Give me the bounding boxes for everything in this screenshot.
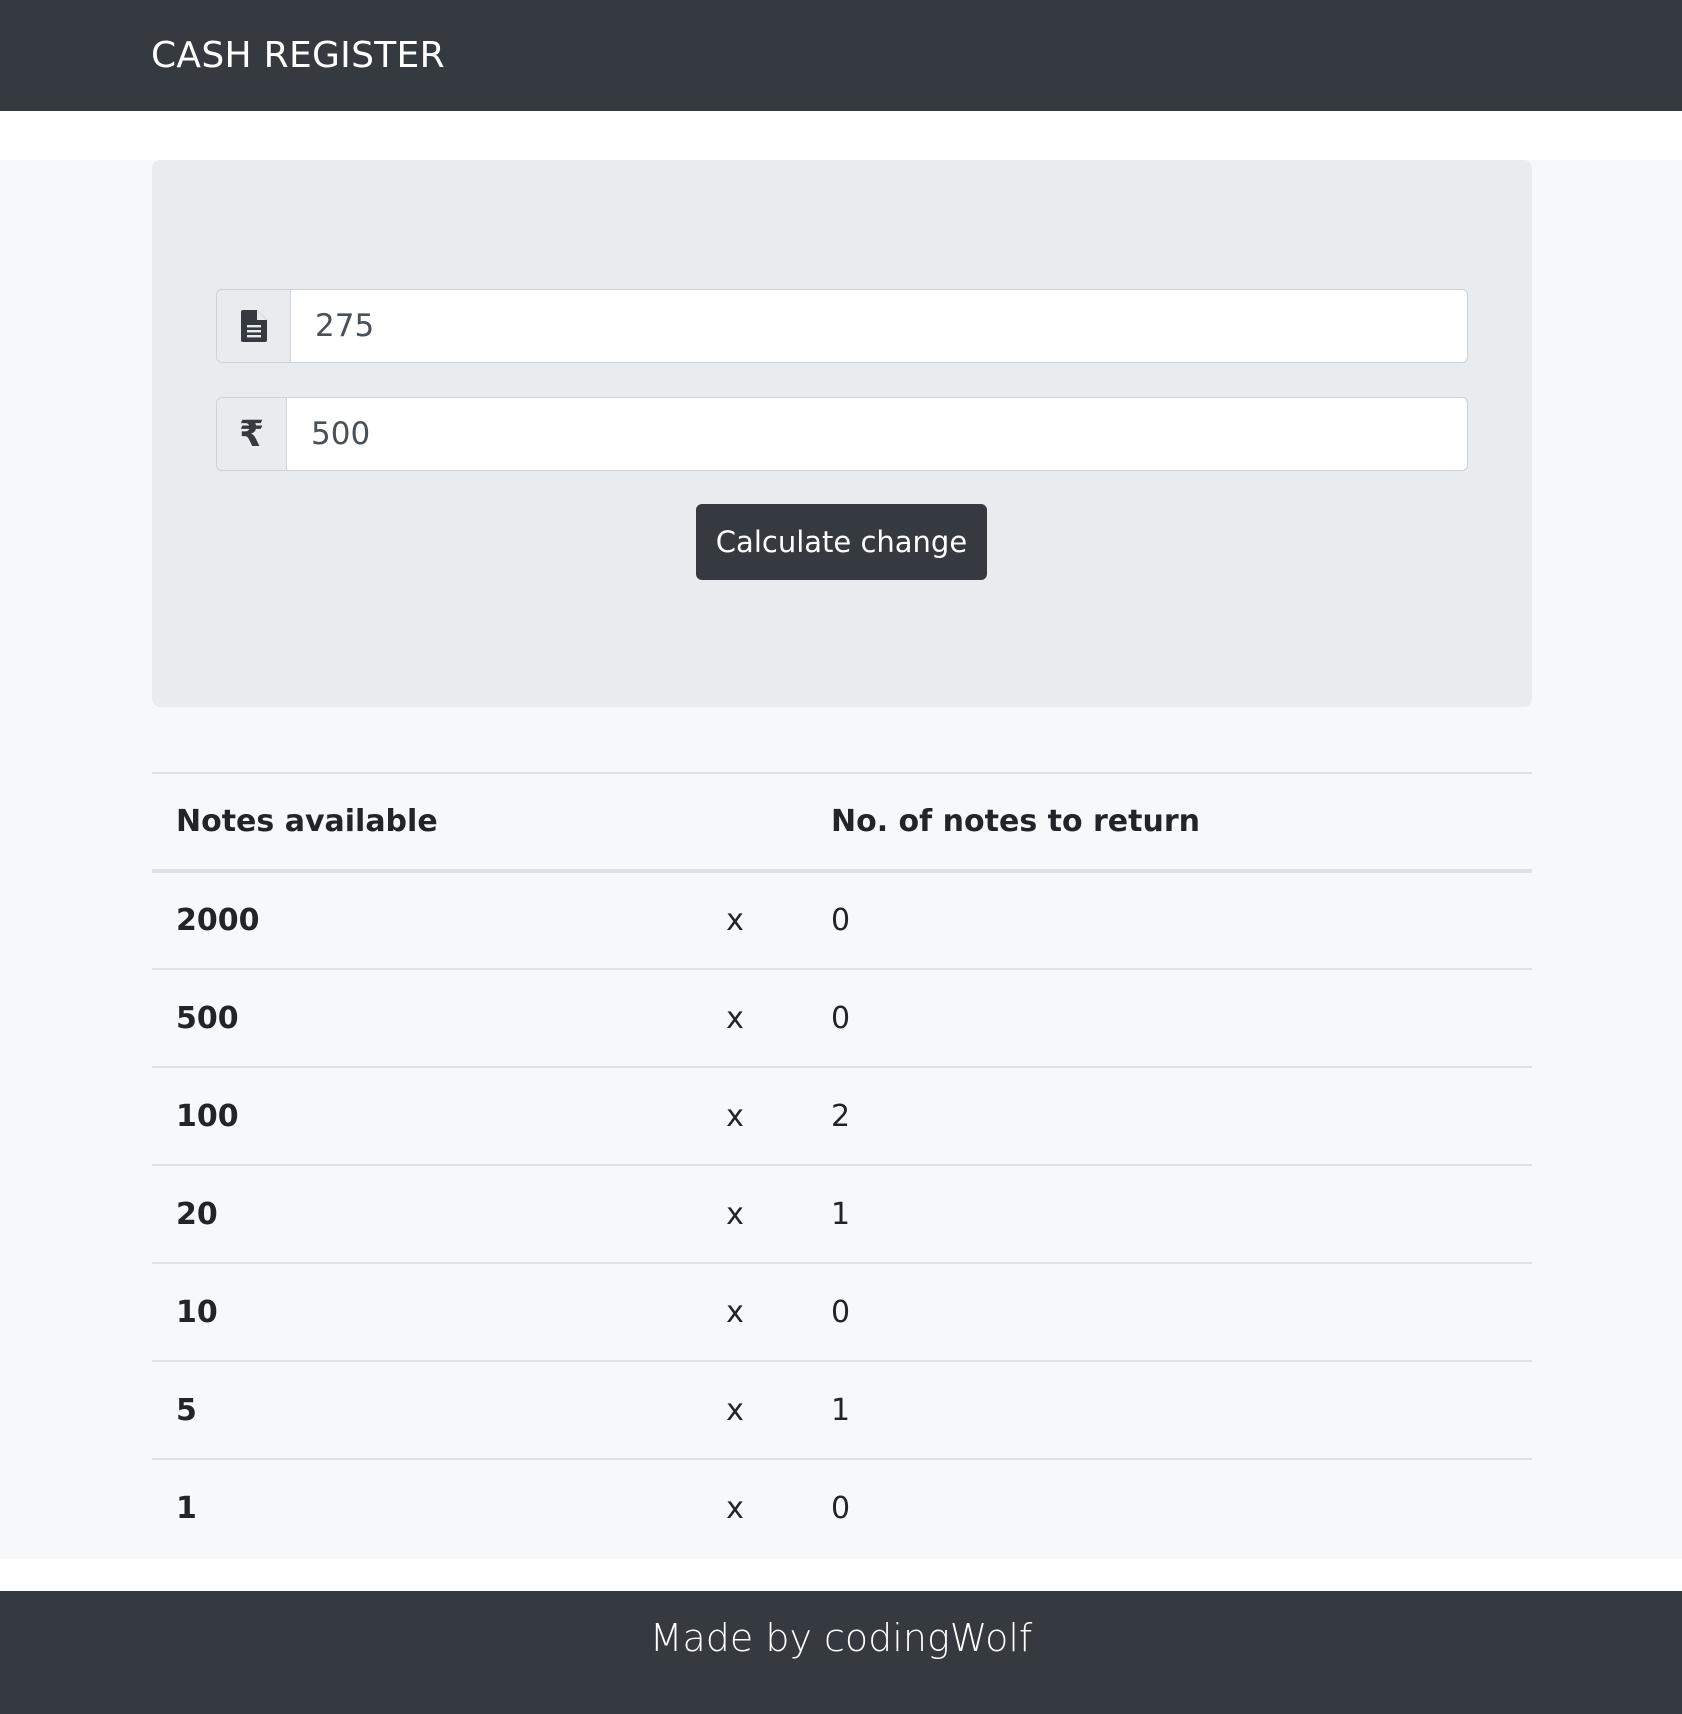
footer-credit: Made by codingWolf <box>649 1616 1033 1660</box>
bill-amount-input[interactable] <box>290 289 1468 363</box>
table-header-row: Notes available No. of notes to return <box>152 772 1532 873</box>
note-count: 0 <box>807 968 1532 1067</box>
note-value: 1 <box>152 1458 663 1557</box>
file-text-icon <box>240 310 267 342</box>
note-value: 5 <box>152 1360 663 1459</box>
note-value: 100 <box>152 1066 663 1165</box>
times-sign: x <box>663 1262 807 1361</box>
table-row: 20 x 1 <box>152 1164 1532 1263</box>
table-row: 10 x 0 <box>152 1262 1532 1361</box>
cash-addon: ₹ <box>216 397 286 471</box>
footer: Made by codingWolf <box>0 1591 1682 1714</box>
table-row: 5 x 1 <box>152 1360 1532 1459</box>
calculate-change-button[interactable]: Calculate change <box>696 504 987 580</box>
note-value: 2000 <box>176 903 260 938</box>
note-count: 2 <box>807 1066 1532 1165</box>
cash-given-group: ₹ <box>216 397 1468 471</box>
times-sign: x <box>663 968 807 1067</box>
bill-addon <box>216 289 290 363</box>
note-count: 0 <box>807 1458 1532 1557</box>
header-times <box>663 772 807 873</box>
rupee-icon: ₹ <box>238 413 265 455</box>
note-count: 0 <box>807 1262 1532 1361</box>
table-row: 1 x 0 <box>152 1458 1532 1557</box>
note-count: 1 <box>807 1360 1532 1459</box>
times-sign: x <box>663 1458 807 1557</box>
note-value: 20 <box>152 1164 663 1263</box>
bill-amount-group <box>216 289 1468 363</box>
note-count: 1 <box>807 1164 1532 1263</box>
times-sign: x <box>663 1360 807 1459</box>
change-table: Notes available No. of notes to return 2… <box>152 772 1532 1557</box>
navbar-brand[interactable]: CASH REGISTER <box>151 0 445 111</box>
note-count: 0 <box>831 903 851 938</box>
table-row: 2000 x 0 <box>152 871 1532 969</box>
table-row: 100 x 2 <box>152 1066 1532 1165</box>
times-sign: x <box>726 903 744 938</box>
header-notes-to-return: No. of notes to return <box>807 772 1532 873</box>
cash-given-input[interactable] <box>286 397 1468 471</box>
note-value: 500 <box>152 968 663 1067</box>
note-value: 10 <box>152 1262 663 1361</box>
times-sign: x <box>663 1066 807 1165</box>
table-row: 500 x 0 <box>152 968 1532 1067</box>
navbar: CASH REGISTER <box>0 0 1682 111</box>
header-notes-available: Notes available <box>152 772 663 873</box>
times-sign: x <box>663 1164 807 1263</box>
